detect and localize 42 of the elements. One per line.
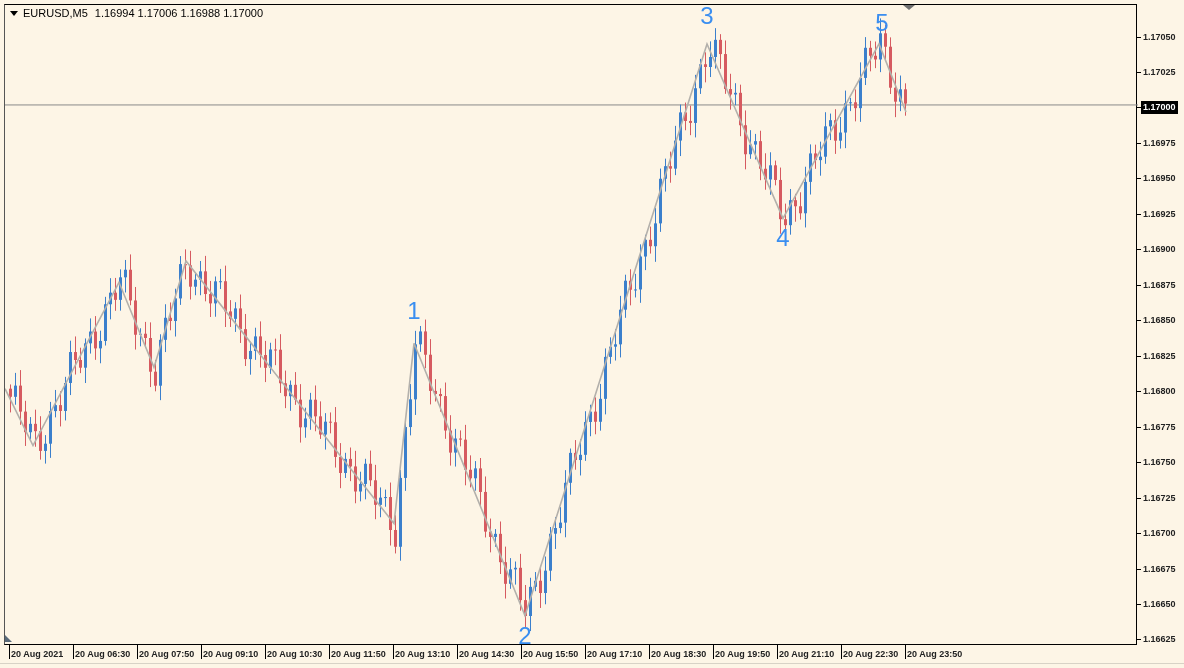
price-label: 1.16950	[1142, 172, 1177, 186]
wave-label: 2	[518, 621, 532, 646]
price-label: 1.16850	[1142, 314, 1177, 328]
chart-symbol: EURUSD,M5	[23, 7, 88, 19]
time-label: 20 Aug 18:30	[651, 648, 707, 659]
time-label: 20 Aug 09:10	[203, 648, 259, 659]
price-label: 1.16700	[1142, 527, 1177, 541]
price-label: 1.16625	[1142, 633, 1177, 647]
price-label: 1.17025	[1142, 65, 1177, 79]
wave-label: 4	[776, 224, 790, 252]
triangle-icon	[903, 5, 915, 10]
time-label: 20 Aug 06:30	[75, 648, 131, 659]
time-label: 20 Aug 2021	[11, 648, 64, 659]
time-label: 20 Aug 21:10	[779, 648, 835, 659]
price-label: 1.16675	[1142, 562, 1177, 576]
price-label: 1.16975	[1142, 136, 1177, 150]
time-label: 20 Aug 15:50	[523, 648, 579, 659]
price-label: 1.16800	[1142, 385, 1177, 399]
price-readout: 1.16994 1.17006 1.16988 1.17000	[94, 7, 263, 19]
price-label: 1.16825	[1142, 349, 1177, 363]
time-label: 20 Aug 13:10	[395, 648, 451, 659]
time-label: 20 Aug 23:50	[907, 648, 963, 659]
triangle-icon[interactable]	[10, 10, 18, 16]
time-label: 20 Aug 07:50	[139, 648, 195, 659]
price-label: 1.16775	[1142, 420, 1177, 434]
triangle-icon	[5, 635, 12, 642]
price-label: 1.16750	[1142, 456, 1177, 470]
current-price-label: 1.17000	[1141, 101, 1178, 115]
price-label: 1.16925	[1142, 207, 1177, 221]
wave-label: 3	[700, 5, 714, 29]
price-label: 1.16900	[1142, 243, 1177, 257]
wave-label: 1	[407, 296, 421, 324]
price-label: 1.17050	[1142, 30, 1177, 44]
price-label: 1.16725	[1142, 491, 1177, 505]
price-label: 1.16650	[1142, 598, 1177, 611]
price-label: 1.16875	[1142, 278, 1177, 292]
time-label: 20 Aug 10:30	[267, 648, 323, 659]
time-label: 20 Aug 17:10	[587, 648, 643, 659]
time-label: 20 Aug 11:50	[331, 648, 386, 659]
time-label: 20 Aug 22:30	[843, 648, 899, 659]
time-label: 20 Aug 19:50	[715, 648, 771, 659]
time-label: 20 Aug 14:30	[459, 648, 515, 659]
